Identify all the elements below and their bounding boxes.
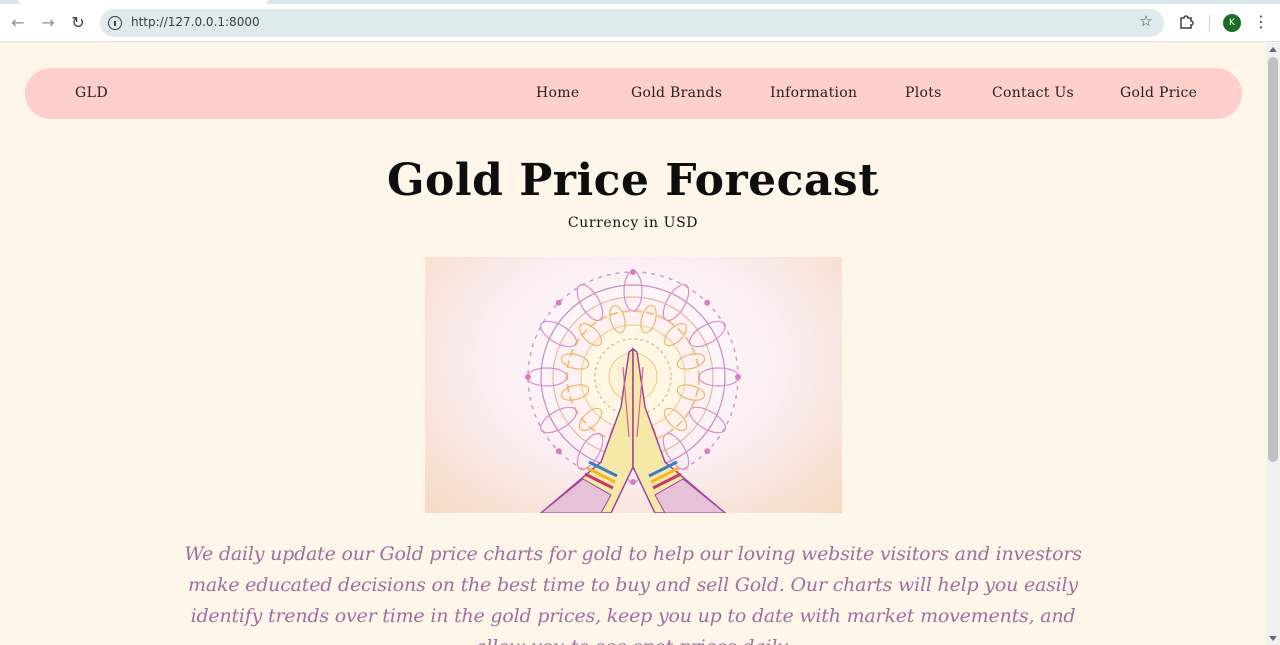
extensions-puzzle-icon[interactable] — [1178, 12, 1196, 30]
address-bar-url[interactable]: http://127.0.0.1:8000 — [131, 15, 260, 29]
nav-link-plots[interactable]: Plots — [905, 85, 942, 101]
scroll-down-icon[interactable] — [1269, 636, 1277, 641]
profile-avatar[interactable]: K — [1223, 14, 1241, 32]
site-brand[interactable]: GLD — [75, 85, 108, 101]
nav-link-gold-brands[interactable]: Gold Brands — [631, 85, 722, 101]
nav-link-information[interactable]: Information — [770, 85, 857, 101]
toolbar-separator — [1209, 15, 1210, 31]
page-scrollbar[interactable] — [1266, 43, 1280, 645]
address-bar[interactable]: http://127.0.0.1:8000 — [100, 9, 1164, 37]
page-title: Gold Price Forecast — [386, 155, 880, 206]
reload-icon[interactable]: ↻ — [66, 11, 90, 35]
namaste-mandala-illustration — [525, 269, 741, 513]
browser-menu-icon[interactable]: ⋮ — [1252, 12, 1270, 32]
nav-link-gold-price[interactable]: Gold Price — [1120, 85, 1197, 101]
hero-image — [425, 257, 842, 513]
browser-toolbar: ← → ↻ http://127.0.0.1:8000 ☆ K ⋮ — [0, 4, 1280, 42]
back-arrow-icon[interactable]: ← — [6, 11, 30, 35]
page-subtitle: Currency in USD — [567, 215, 699, 231]
scrollbar-thumb[interactable] — [1268, 57, 1278, 462]
forward-arrow-icon[interactable]: → — [36, 11, 60, 35]
nav-link-contact-us[interactable]: Contact Us — [992, 85, 1074, 101]
scroll-up-icon[interactable] — [1269, 47, 1277, 52]
intro-description: We daily update our Gold price charts fo… — [184, 543, 1082, 645]
nav-link-home[interactable]: Home — [536, 85, 579, 101]
bookmark-star-icon[interactable]: ☆ — [1136, 11, 1156, 31]
site-info-icon[interactable] — [108, 16, 122, 30]
page-viewport: GLD Home Gold Brands Information Plots C… — [0, 43, 1266, 645]
site-navbar: GLD Home Gold Brands Information Plots C… — [25, 68, 1242, 119]
